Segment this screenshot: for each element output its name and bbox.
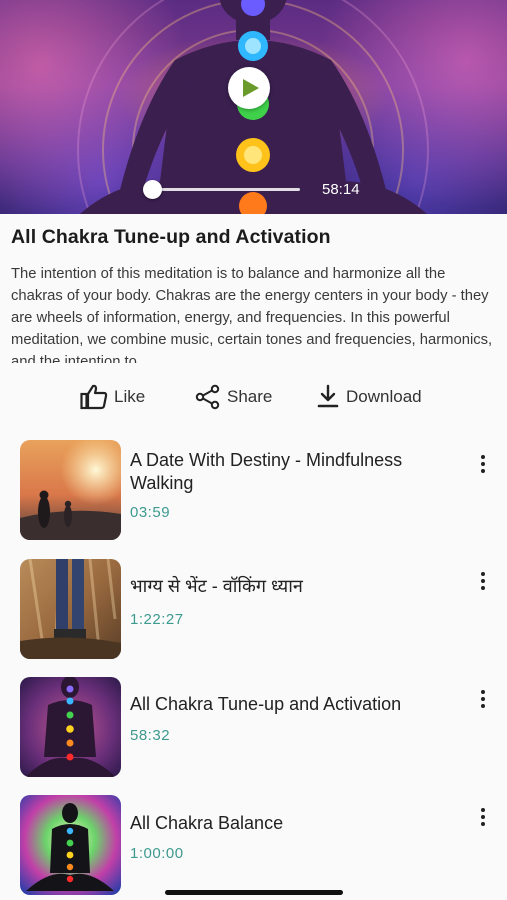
- more-vertical-icon: [481, 689, 485, 710]
- download-button[interactable]: Download: [316, 380, 422, 414]
- more-options-button[interactable]: [474, 451, 492, 477]
- track-duration: 1:22:27: [130, 611, 184, 628]
- track-duration: 03:59: [130, 504, 171, 521]
- download-label: Download: [346, 387, 422, 406]
- track-title: All Chakra Tune-up and Activation: [130, 694, 402, 714]
- play-button[interactable]: [228, 67, 270, 109]
- duration-label: 58:14: [322, 181, 360, 198]
- share-label: Share: [227, 387, 273, 406]
- more-options-button[interactable]: [474, 568, 492, 594]
- track-description: The intention of this meditation is to b…: [11, 266, 493, 363]
- track-duration: 1:00:00: [130, 845, 184, 862]
- track-title: भाग्य से भेंट - वॉकिंग ध्यान: [130, 576, 303, 596]
- download-icon: [317, 384, 339, 408]
- track-title: All Chakra Balance: [130, 813, 284, 833]
- track-duration: 58:32: [130, 727, 171, 744]
- playlist-item[interactable]: All Chakra Tune-up and Activation 58:32: [0, 675, 507, 777]
- track-thumbnail: [20, 677, 121, 777]
- track-thumbnail: [20, 440, 121, 540]
- share-icon: [195, 384, 220, 410]
- player-hero: 58:14: [0, 0, 507, 214]
- more-options-button[interactable]: [474, 804, 492, 830]
- track-thumbnail: [20, 559, 121, 659]
- more-options-button[interactable]: [474, 686, 492, 712]
- playlist-item[interactable]: All Chakra Balance 1:00:00: [0, 793, 507, 895]
- more-vertical-icon: [481, 454, 485, 475]
- track-title: All Chakra Tune-up and Activation: [11, 226, 331, 248]
- share-button[interactable]: Share: [195, 380, 272, 414]
- playlist-item[interactable]: A Date With Destiny - Mindfulness Walkin…: [0, 438, 507, 540]
- home-indicator: [165, 890, 343, 895]
- more-vertical-icon: [481, 571, 485, 592]
- seek-handle[interactable]: [143, 180, 162, 199]
- seek-bar[interactable]: [152, 188, 300, 191]
- more-vertical-icon: [481, 807, 485, 828]
- track-title: A Date With Destiny - Mindfulness Walkin…: [130, 450, 403, 493]
- track-thumbnail: [20, 795, 121, 895]
- thumbs-up-icon: [80, 384, 108, 410]
- play-icon: [243, 79, 259, 97]
- like-label: Like: [114, 387, 146, 406]
- like-button[interactable]: Like: [80, 380, 145, 414]
- playlist-item[interactable]: भाग्य से भेंट - वॉकिंग ध्यान 1:22:27: [0, 557, 507, 659]
- action-bar: Like Share Download: [0, 380, 507, 414]
